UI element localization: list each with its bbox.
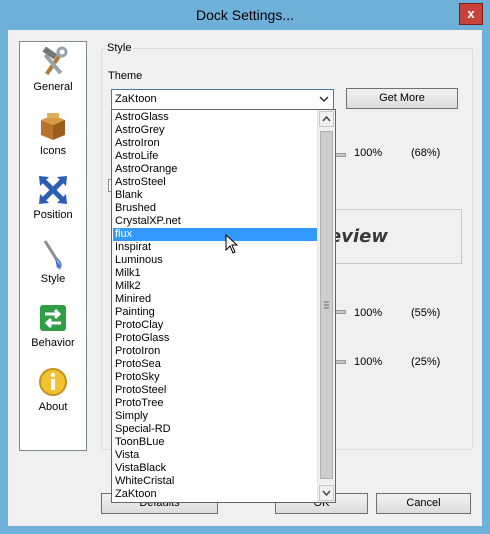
chevron-up-icon [322,115,331,122]
grip-icon [324,301,329,309]
sidebar-item-label: Style [40,273,66,285]
dropdown-option[interactable]: Brushed [113,202,320,215]
dropdown-option[interactable]: ProtoGlass [113,332,320,345]
get-more-button[interactable]: Get More [346,88,458,109]
arrows-cross-icon [39,176,67,204]
theme-dropdown-list[interactable]: AstroGlass AstroGrey AstroIron AstroLife Ast… [111,109,336,503]
dropdown-option[interactable]: WhiteCristal [113,475,320,488]
style-group-label: Style [105,42,134,54]
scroll-up-button[interactable] [319,111,334,127]
dropdown-option[interactable]: Minired [113,293,320,306]
client-area: General Icons Position Style Behavior Ab… [8,30,482,526]
dropdown-option[interactable]: ToonBLue [113,436,320,449]
theme-combobox[interactable]: ZaKtoon [111,89,334,110]
scroll-thumb[interactable] [320,131,333,479]
sidebar-item-behavior[interactable]: Behavior [20,300,86,360]
cancel-button[interactable]: Cancel [376,493,471,514]
title-bar[interactable]: Dock Settings... x [0,0,490,30]
dropdown-option[interactable]: flux [113,228,320,241]
dropdown-option[interactable]: Milk1 [113,267,320,280]
dropdown-scrollbar[interactable] [317,110,335,502]
dropdown-option[interactable]: Painting [113,306,320,319]
sidebar-item-label: General [33,81,73,93]
dropdown-option[interactable]: AstroGrey [113,124,320,137]
exchange-arrows-icon [40,305,66,331]
dock-settings-window: Dock Settings... x General Icons Positio… [0,0,490,534]
dropdown-option[interactable]: AstroGlass [113,111,320,124]
preview-text: eview [329,226,388,247]
close-icon: x [467,6,475,21]
window-title: Dock Settings... [195,7,295,23]
value-percent: 100% [354,147,383,159]
dropdown-option[interactable]: AstroOrange [113,163,320,176]
value-percent-paren: (68%) [411,147,441,159]
sidebar-item-about[interactable]: About [20,364,86,424]
dropdown-option[interactable]: VistaBlack [113,462,320,475]
sidebar-item-icons[interactable]: Icons [20,108,86,168]
dropdown-option[interactable]: Blank [113,189,320,202]
dropdown-option[interactable]: Simply [113,410,320,423]
value-percent-paren: (25%) [411,356,441,368]
theme-label: Theme [108,70,143,82]
dropdown-option[interactable]: Vista [113,449,320,462]
hammer-wrench-icon [42,46,68,76]
dropdown-option[interactable]: CrystalXP.net [113,215,320,228]
paintbrush-icon [43,240,62,270]
sidebar-item-style[interactable]: Style [20,236,86,296]
dropdown-option[interactable]: Inspirat [113,241,320,254]
dropdown-option[interactable]: Special-RD [113,423,320,436]
dropdown-option[interactable]: AstroSteel [113,176,320,189]
dropdown-option[interactable]: ProtoSteel [113,384,320,397]
scroll-down-button[interactable] [319,485,334,501]
value-percent: 100% [354,356,383,368]
dropdown-option[interactable]: AstroIron [113,137,320,150]
theme-selected-value: ZaKtoon [115,93,157,105]
dropdown-option[interactable]: ZaKtoon [113,488,320,501]
dropdown-option[interactable]: ProtoIron [113,345,320,358]
sidebar-item-label: Behavior [31,337,75,349]
category-sidebar: General Icons Position Style Behavior Ab… [19,41,87,451]
box-icon [41,113,65,140]
close-button[interactable]: x [459,3,483,25]
sidebar-item-label: Icons [39,145,67,157]
dropdown-option[interactable]: AstroLife [113,150,320,163]
dropdown-option[interactable]: ProtoSea [113,358,320,371]
info-icon [39,368,67,396]
chevron-down-icon [322,490,331,497]
dropdown-option[interactable]: ProtoClay [113,319,320,332]
mouse-cursor-icon [225,234,239,254]
sidebar-item-label: Position [33,209,73,221]
sidebar-item-label: About [38,401,68,413]
chevron-down-icon [319,96,329,103]
sidebar-item-position[interactable]: Position [20,172,86,232]
dropdown-option[interactable]: ProtoSky [113,371,320,384]
dropdown-option[interactable]: Luminous [113,254,320,267]
value-percent-paren: (55%) [411,307,441,319]
dropdown-option[interactable]: Milk2 [113,280,320,293]
value-percent: 100% [354,307,383,319]
sidebar-item-general[interactable]: General [20,44,86,104]
dropdown-option[interactable]: ProtoTree [113,397,320,410]
